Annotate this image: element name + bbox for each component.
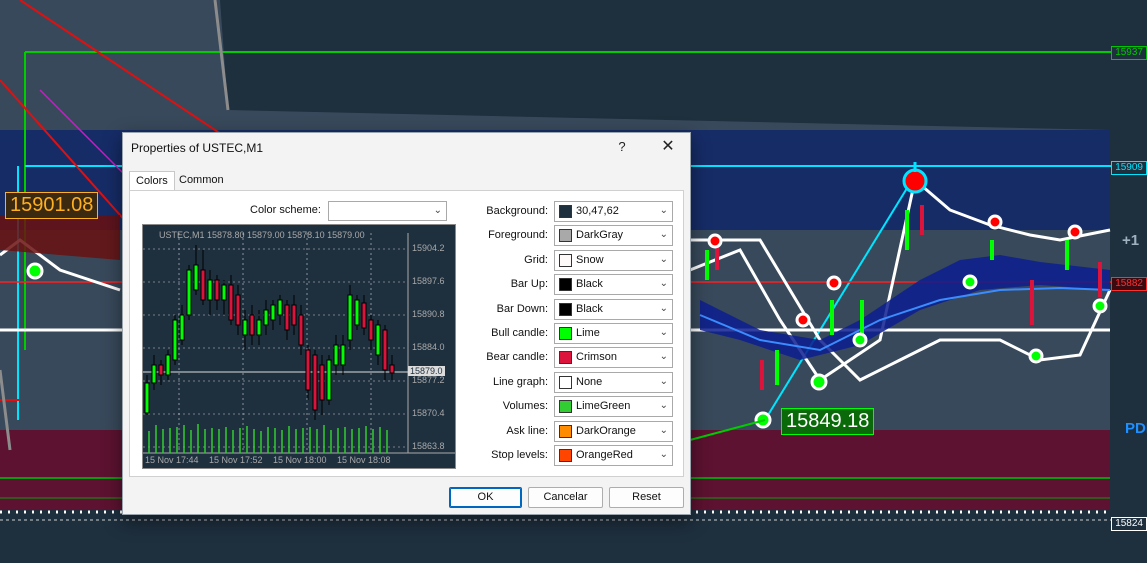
chevron-down-icon: ⌄ (659, 424, 668, 436)
color-value: DarkOrange (576, 424, 636, 437)
chevron-down-icon: ⌄ (659, 302, 668, 314)
property-row: Bear candle: Crimson ⌄ (433, 347, 683, 369)
color-value: Lime (576, 327, 600, 339)
property-label: Stop levels: (491, 449, 548, 461)
reset-button[interactable]: Reset (609, 487, 684, 508)
color-select[interactable]: Lime ⌄ (554, 323, 673, 344)
chevron-down-icon: ⌄ (659, 400, 668, 412)
property-label: Foreground: (488, 229, 548, 242)
chevron-down-icon: ⌄ (659, 327, 668, 338)
dialog-title: Properties of USTEC,M1 (131, 141, 264, 155)
chevron-down-icon: ⌄ (659, 351, 668, 363)
time-tick: 15 Nov 18:00 (273, 455, 327, 465)
color-scheme-select[interactable]: ⌄ (328, 201, 447, 221)
color-swatch-icon (559, 229, 572, 243)
color-swatch-icon (559, 375, 572, 389)
property-row: Line graph: None ⌄ (433, 371, 683, 393)
properties-dialog: Properties of USTEC,M1 ? ✕ Colors Common… (122, 132, 691, 515)
preview-header: USTEC,M1 15878.80 15879.00 15878.10 1587… (159, 230, 365, 240)
preview-chart: USTEC,M1 15878.80 15879.00 15878.10 1587… (142, 224, 456, 469)
property-label: Ask line: (506, 424, 548, 437)
property-label: Bar Down: (496, 302, 548, 315)
cancel-button[interactable]: Cancelar (528, 487, 603, 508)
ok-button[interactable]: OK (449, 487, 522, 508)
help-button[interactable]: ? (613, 139, 631, 157)
property-row: Volumes: LimeGreen ⌄ (433, 396, 683, 418)
tab-colors[interactable]: Colors (129, 171, 175, 192)
green-price-label: 15849.18 (781, 408, 875, 435)
time-tick: 15 Nov 17:44 (145, 455, 199, 465)
color-select[interactable]: OrangeRed ⌄ (554, 445, 673, 466)
color-value: LimeGreen (576, 400, 631, 413)
close-button[interactable]: ✕ (658, 138, 678, 158)
color-select[interactable]: Black ⌄ (554, 298, 673, 320)
color-select[interactable]: DarkOrange ⌄ (554, 420, 673, 442)
property-label: Line graph: (492, 375, 548, 388)
property-label: Background: (486, 205, 548, 217)
preview-time-axis: 15 Nov 17:44 15 Nov 17:52 15 Nov 18:00 1… (143, 455, 455, 467)
preview-chart-canvas (143, 225, 455, 468)
property-label: Bull candle: (491, 327, 548, 339)
color-swatch-icon (559, 400, 572, 414)
color-value: DarkGray (576, 229, 624, 242)
property-row: Bar Up: Black ⌄ (433, 274, 683, 296)
color-value: Black (576, 302, 603, 315)
tab-common[interactable]: Common (173, 171, 230, 190)
color-value: Snow (576, 253, 604, 266)
color-swatch-icon (559, 424, 572, 438)
colors-panel: Color scheme: ⌄ USTEC,M1 15878.80 15879.… (129, 190, 684, 477)
color-swatch-icon (559, 302, 572, 316)
color-scheme-label: Color scheme: (250, 204, 321, 216)
color-select[interactable]: DarkGray ⌄ (554, 225, 673, 247)
property-row: Foreground: DarkGray ⌄ (433, 225, 683, 247)
property-row: Grid: Snow ⌄ (433, 249, 683, 271)
chevron-down-icon: ⌄ (659, 253, 668, 265)
property-label: Bear candle: (486, 351, 548, 364)
property-row: Background: 30,47,62 ⌄ (433, 201, 683, 222)
axis-label-2: 15909 (1111, 161, 1147, 175)
axis-label-4: 15824 (1111, 517, 1147, 531)
chevron-down-icon: ⌄ (659, 278, 668, 290)
chevron-down-icon: ⌄ (659, 449, 668, 460)
axis-label-1: 15937 (1111, 46, 1147, 60)
color-select[interactable]: Crimson ⌄ (554, 347, 673, 369)
color-value: Black (576, 278, 603, 291)
color-swatch-icon (559, 278, 572, 292)
property-row: Ask line: DarkOrange ⌄ (433, 420, 683, 442)
color-select[interactable]: None ⌄ (554, 371, 673, 393)
color-swatch-icon (559, 205, 572, 218)
chevron-down-icon: ⌄ (659, 375, 668, 387)
color-value: Crimson (576, 351, 617, 364)
color-swatch-icon (559, 449, 572, 462)
right-edge-text-1: +1 (1122, 232, 1140, 249)
property-row: Bar Down: Black ⌄ (433, 298, 683, 320)
time-tick: 15 Nov 18:08 (337, 455, 391, 465)
left-price-label: 15901.08 (5, 192, 99, 219)
color-select[interactable]: 30,47,62 ⌄ (554, 201, 673, 222)
axis-label-3: 15882 (1111, 277, 1147, 291)
chevron-down-icon: ⌄ (659, 205, 668, 216)
color-value: 30,47,62 (576, 205, 619, 217)
chevron-down-icon: ⌄ (659, 229, 668, 241)
color-value: OrangeRed (576, 449, 633, 461)
property-row: Stop levels: OrangeRed ⌄ (433, 445, 683, 466)
property-row: Bull candle: Lime ⌄ (433, 323, 683, 344)
color-swatch-icon (559, 253, 572, 267)
property-label: Volumes: (502, 400, 548, 413)
color-swatch-icon (559, 327, 572, 340)
property-label: Bar Up: (510, 278, 548, 291)
property-label: Grid: (524, 253, 548, 266)
color-select[interactable]: Black ⌄ (554, 274, 673, 296)
right-edge-text-2: PDI (1125, 420, 1147, 437)
dialog-titlebar[interactable]: Properties of USTEC,M1 ? ✕ (123, 133, 690, 163)
color-scheme-value (329, 206, 333, 218)
color-value: None (576, 375, 603, 388)
color-select[interactable]: Snow ⌄ (554, 249, 673, 271)
color-select[interactable]: LimeGreen ⌄ (554, 396, 673, 418)
time-tick: 15 Nov 17:52 (209, 455, 263, 465)
color-swatch-icon (559, 351, 572, 365)
